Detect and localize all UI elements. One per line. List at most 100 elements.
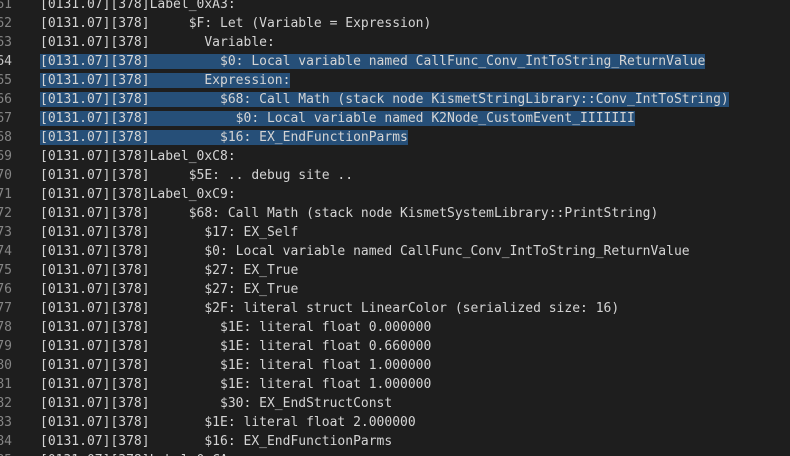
line-text[interactable]: [0131.07][378] $1E: literal float 1.0000… <box>40 356 431 375</box>
line-number: 83 <box>0 415 12 430</box>
line-content: [0131.07][378] $1E: literal float 2.0000… <box>40 415 416 430</box>
line-content: [0131.07][378] $1E: literal float 0.0000… <box>40 320 432 335</box>
line-content: [0131.07][378] $68: Call Math (stack nod… <box>40 92 729 107</box>
code-line[interactable]: 71 [0131.07][378]Label_0xC9: <box>0 185 790 204</box>
code-line[interactable]: 61 [0131.07][378]Label_0xA3: <box>0 0 790 14</box>
line-number: 82 <box>0 396 12 411</box>
line-number: 79 <box>0 339 12 354</box>
line-number: 72 <box>0 206 12 221</box>
code-line[interactable]: 69 [0131.07][378]Label_0xC8: <box>0 147 790 166</box>
line-content: [0131.07][378] $30: EX_EndStructConst <box>40 396 393 411</box>
line-number: 67 <box>0 111 12 126</box>
line-number: 61 <box>0 0 12 12</box>
code-line[interactable]: 77 [0131.07][378] $2F: literal struct Lin… <box>0 299 790 318</box>
line-text[interactable]: [0131.07][378] $68: Call Math (stack nod… <box>40 90 729 109</box>
line-number: 65 <box>0 73 12 88</box>
line-content: [0131.07][378]Label_0xC9: <box>40 187 236 202</box>
line-content: [0131.07][378] Variable: <box>40 35 275 50</box>
line-number: 66 <box>0 92 12 107</box>
line-number: 64 <box>0 54 12 69</box>
editor-lines[interactable]: 61 [0131.07][378]Label_0xA3: 62 [0131.07][3… <box>0 0 790 456</box>
line-content: [0131.07][378]Label_0xC8: <box>40 149 236 164</box>
line-number: 75 <box>0 263 12 278</box>
line-text[interactable]: [0131.07][378] $1E: literal float 0.0000… <box>40 318 431 337</box>
line-number: 85 <box>0 451 12 456</box>
line-content: [0131.07][378] $16: EX_EndFunctionParms <box>40 130 408 145</box>
line-content: [0131.07][378] $2F: literal struct Linea… <box>40 301 620 316</box>
line-number: 62 <box>0 16 12 31</box>
line-text[interactable]: [0131.07][378]Label_0xCA: <box>40 451 236 456</box>
code-line[interactable]: 64 [0131.07][378] $0: Local variable name… <box>0 52 790 71</box>
line-number: 78 <box>0 320 12 335</box>
line-number: 68 <box>0 130 12 145</box>
code-line[interactable]: 67 [0131.07][378] $0: Local variable name… <box>0 109 790 128</box>
line-text[interactable]: [0131.07][378] Expression: <box>40 71 291 90</box>
line-number: 74 <box>0 244 12 259</box>
line-text[interactable]: [0131.07][378] $1E: literal float 0.6600… <box>40 337 431 356</box>
line-text[interactable]: [0131.07][378] Variable: <box>40 33 275 52</box>
line-number: 73 <box>0 225 12 240</box>
line-content: [0131.07][378] $27: EX_True <box>40 282 299 297</box>
line-number: 70 <box>0 168 12 183</box>
line-content: [0131.07][378] $F: Let (Variable = Expre… <box>40 16 432 31</box>
line-content: [0131.07][378] $0: Local variable named … <box>40 111 635 126</box>
line-text[interactable]: [0131.07][378] $1E: literal float 1.0000… <box>40 375 431 394</box>
line-content: [0131.07][378] $1E: literal float 1.0000… <box>40 358 432 373</box>
line-content: [0131.07][378] $17: EX_Self <box>40 225 299 240</box>
line-number: 71 <box>0 187 12 202</box>
line-text[interactable]: [0131.07][378] $27: EX_True <box>40 261 298 280</box>
line-content: [0131.07][378]Label_0xA3: <box>40 0 236 12</box>
line-text[interactable]: [0131.07][378]Label_0xC9: <box>40 185 236 204</box>
code-line[interactable]: 75 [0131.07][378] $27: EX_True <box>0 261 790 280</box>
code-line[interactable]: 70 [0131.07][378] $5E: .. debug site .. <box>0 166 790 185</box>
line-text[interactable]: [0131.07][378] $16: EX_EndFunctionParms <box>40 128 408 147</box>
line-number: 77 <box>0 301 12 316</box>
line-content: [0131.07][378] $0: Local variable named … <box>40 54 706 69</box>
code-line[interactable]: 72 [0131.07][378] $68: Call Math (stack n… <box>0 204 790 223</box>
line-text[interactable]: [0131.07][378] $0: Local variable named … <box>40 242 690 261</box>
code-line[interactable]: 74 [0131.07][378] $0: Local variable name… <box>0 242 790 261</box>
line-text[interactable]: [0131.07][378] $30: EX_EndStructConst <box>40 394 392 413</box>
line-content: [0131.07][378] $16: EX_EndFunctionParms <box>40 434 393 449</box>
line-number: 84 <box>0 434 12 449</box>
line-text[interactable]: [0131.07][378] $68: Call Math (stack nod… <box>40 204 658 223</box>
code-line[interactable]: 78 [0131.07][378] $1E: literal float 0.00… <box>0 318 790 337</box>
code-line[interactable]: 83 [0131.07][378] $1E: literal float 2.00… <box>0 413 790 432</box>
line-content: [0131.07][378] Expression: <box>40 73 291 88</box>
code-line[interactable]: 68 [0131.07][378] $16: EX_EndFunctionParm… <box>0 128 790 147</box>
line-number: 69 <box>0 149 12 164</box>
line-text[interactable]: [0131.07][378] $1E: literal float 2.0000… <box>40 413 416 432</box>
code-line[interactable]: 65 [0131.07][378] Expression: <box>0 71 790 90</box>
line-content: [0131.07][378] $68: Call Math (stack nod… <box>40 206 659 221</box>
line-text[interactable]: [0131.07][378]Label_0xC8: <box>40 147 236 166</box>
code-line[interactable]: 66 [0131.07][378] $68: Call Math (stack n… <box>0 90 790 109</box>
line-content: [0131.07][378] $1E: literal float 0.6600… <box>40 339 432 354</box>
line-text[interactable]: [0131.07][378] $0: Local variable named … <box>40 52 706 71</box>
code-line[interactable]: 79 [0131.07][378] $1E: literal float 0.66… <box>0 337 790 356</box>
line-content: [0131.07][378] $0: Local variable named … <box>40 244 690 259</box>
line-text[interactable]: [0131.07][378] $2F: literal struct Linea… <box>40 299 619 318</box>
line-content: [0131.07][378] $1E: literal float 1.0000… <box>40 377 432 392</box>
line-text[interactable]: [0131.07][378] $0: Local variable named … <box>40 109 635 128</box>
code-line[interactable]: 82 [0131.07][378] $30: EX_EndStructConst <box>0 394 790 413</box>
code-line[interactable]: 62 [0131.07][378] $F: Let (Variable = Exp… <box>0 14 790 33</box>
line-text[interactable]: [0131.07][378] $27: EX_True <box>40 280 298 299</box>
line-text[interactable]: [0131.07][378] $F: Let (Variable = Expre… <box>40 14 431 33</box>
line-number: 76 <box>0 282 12 297</box>
code-line[interactable]: 63 [0131.07][378] Variable: <box>0 33 790 52</box>
code-line[interactable]: 76 [0131.07][378] $27: EX_True <box>0 280 790 299</box>
line-text[interactable]: [0131.07][378]Label_0xA3: <box>40 0 236 14</box>
code-line[interactable]: 73 [0131.07][378] $17: EX_Self <box>0 223 790 242</box>
line-number: 81 <box>0 377 12 392</box>
line-number: 63 <box>0 35 12 50</box>
code-line[interactable]: 81 [0131.07][378] $1E: literal float 1.00… <box>0 375 790 394</box>
code-line[interactable]: 80 [0131.07][378] $1E: literal float 1.00… <box>0 356 790 375</box>
code-line[interactable]: 84 [0131.07][378] $16: EX_EndFunctionParm… <box>0 432 790 451</box>
line-text[interactable]: [0131.07][378] $17: EX_Self <box>40 223 298 242</box>
line-content: [0131.07][378] $5E: .. debug site .. <box>40 168 354 183</box>
code-editor[interactable]: 61 [0131.07][378]Label_0xA3: 62 [0131.07][3… <box>0 0 790 456</box>
line-text[interactable]: [0131.07][378] $5E: .. debug site .. <box>40 166 353 185</box>
code-line[interactable]: 85 [0131.07][378]Label_0xCA: <box>0 451 790 456</box>
line-content: [0131.07][378] $27: EX_True <box>40 263 299 278</box>
line-text[interactable]: [0131.07][378] $16: EX_EndFunctionParms <box>40 432 392 451</box>
